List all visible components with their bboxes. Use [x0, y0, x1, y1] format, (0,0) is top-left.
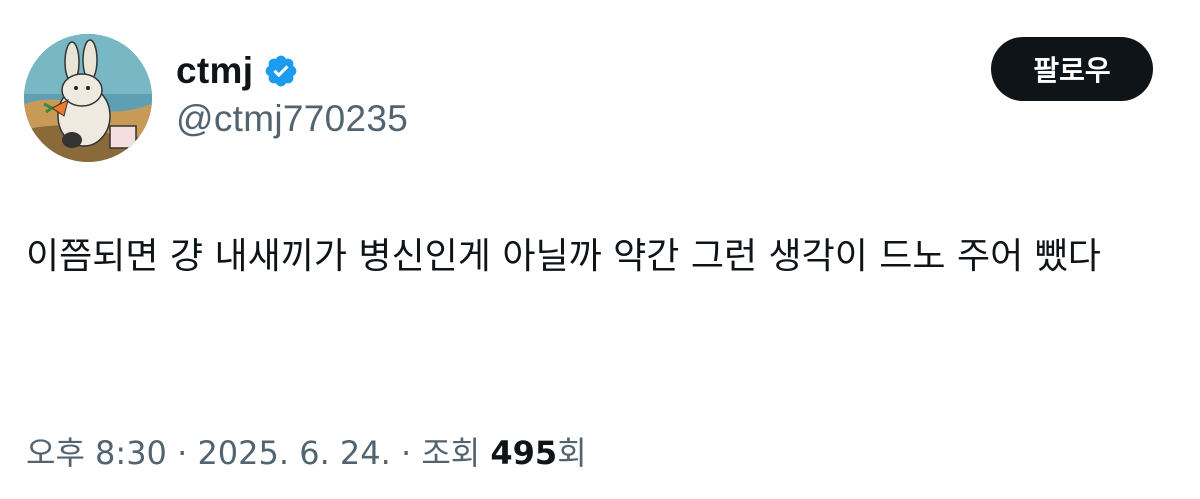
author-display-name[interactable]: ctmj: [176, 50, 253, 92]
views-suffix: 회: [557, 434, 587, 472]
views-label: 조회: [421, 434, 481, 472]
cartoon-rabbit-avatar-icon: [24, 34, 152, 162]
views-count: 495: [490, 434, 558, 472]
meta-separator: ·: [390, 434, 422, 472]
author-name-row: ctmj: [176, 46, 299, 96]
follow-button[interactable]: 팔로우: [991, 37, 1153, 101]
tweet-date[interactable]: 2025. 6. 24.: [197, 434, 390, 472]
meta-separator: ·: [166, 434, 198, 472]
tweet-time[interactable]: 오후 8:30: [26, 434, 167, 472]
tweet-meta: 오후 8:30 · 2025. 6. 24. · 조회 495회: [26, 428, 587, 474]
author-handle[interactable]: @ctmj770235: [176, 98, 408, 140]
avatar[interactable]: [24, 34, 152, 162]
verified-badge-icon[interactable]: [263, 53, 299, 89]
tweet-text: 이쯤되면 걍 내새끼가 병신인게 아닐까 약간 그런 생각이 드노 주어 뺐다: [26, 236, 1101, 277]
